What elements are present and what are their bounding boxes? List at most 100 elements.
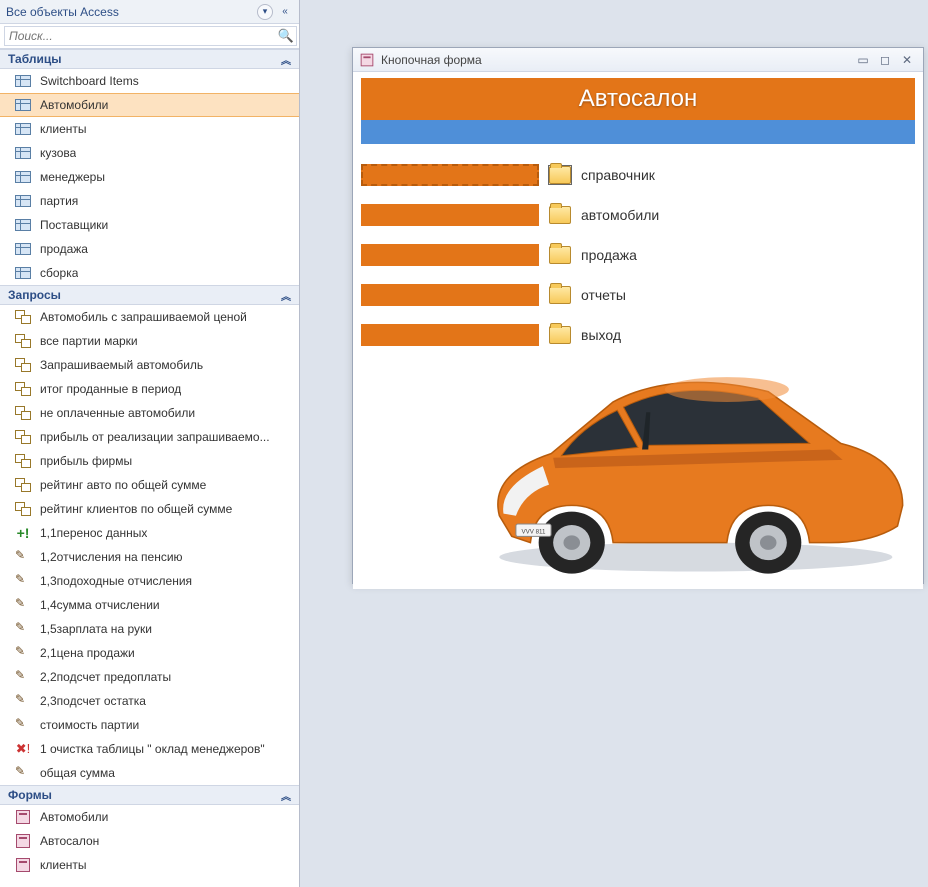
menu-bar — [361, 284, 539, 306]
nav-search-row: 🔍 — [0, 24, 299, 49]
chevron-up-icon: ︽ — [281, 52, 291, 67]
switchboard-item[interactable]: отчеты — [361, 278, 923, 312]
folder-icon — [549, 166, 571, 184]
nav-item-label: кузова — [40, 146, 76, 160]
append-icon: +! — [14, 525, 32, 541]
update-icon — [14, 645, 32, 661]
workspace-canvas: Кнопочная форма ▭ ◻ ✕ Автосалон справочн… — [300, 0, 928, 887]
update-icon — [14, 549, 32, 565]
nav-item[interactable]: Switchboard Items — [0, 69, 299, 93]
form-icon — [14, 833, 32, 849]
nav-pane-header[interactable]: Все объекты Access ▾ « — [0, 0, 299, 24]
table-icon — [14, 265, 32, 281]
chevron-up-icon: ︽ — [281, 288, 291, 303]
switchboard-item[interactable]: справочник — [361, 158, 923, 192]
update-icon — [14, 597, 32, 613]
nav-item[interactable]: клиенты — [0, 117, 299, 141]
menu-bar — [361, 164, 539, 186]
query-icon — [14, 429, 32, 445]
form-body: Автосалон справочникавтомобилипродажаотч… — [353, 78, 923, 589]
nav-item-label: рейтинг клиентов по общей сумме — [40, 502, 232, 516]
table-icon — [14, 121, 32, 137]
nav-item-label: 1,1перенос данных — [40, 526, 147, 540]
nav-item[interactable]: 2,1цена продажи — [0, 641, 299, 665]
nav-item[interactable]: клиенты — [0, 853, 299, 877]
query-icon — [14, 309, 32, 325]
nav-item[interactable]: 1,5зарплата на руки — [0, 617, 299, 641]
menu-label: продажа — [581, 247, 637, 263]
nav-menu-dropdown-icon[interactable]: ▾ — [257, 4, 273, 20]
switchboard-item[interactable]: выход — [361, 318, 923, 352]
table-icon — [14, 193, 32, 209]
nav-item[interactable]: +! 1,1перенос данных — [0, 521, 299, 545]
nav-item-label: общая сумма — [40, 766, 115, 780]
nav-item-label: Автомобиль с запрашиваемой ценой — [40, 310, 247, 324]
group-header-forms[interactable]: Формы︽ — [0, 785, 299, 805]
group-header-tables[interactable]: Таблицы ︽ — [0, 49, 299, 69]
search-input[interactable] — [4, 26, 297, 46]
nav-item-label: Автомобили — [40, 810, 108, 824]
nav-item[interactable]: не оплаченные автомобили — [0, 401, 299, 425]
group-label: Таблицы — [8, 52, 61, 66]
table-icon — [14, 73, 32, 89]
nav-item[interactable]: кузова — [0, 141, 299, 165]
folder-icon — [549, 326, 571, 344]
nav-item[interactable]: прибыль от реализации запрашиваемо... — [0, 425, 299, 449]
nav-item[interactable]: общая сумма — [0, 761, 299, 785]
nav-collapse-icon[interactable]: « — [277, 4, 293, 20]
nav-item[interactable]: 1,3подоходные отчисления — [0, 569, 299, 593]
nav-item[interactable]: 2,2подсчет предоплаты — [0, 665, 299, 689]
query-icon — [14, 501, 32, 517]
nav-item-label: 2,1цена продажи — [40, 646, 135, 660]
switchboard-item[interactable]: автомобили — [361, 198, 923, 232]
nav-item[interactable]: прибыль фирмы — [0, 449, 299, 473]
query-icon — [14, 381, 32, 397]
nav-item[interactable]: менеджеры — [0, 165, 299, 189]
nav-item-label: прибыль фирмы — [40, 454, 132, 468]
group-label: Формы — [8, 788, 52, 802]
nav-item[interactable]: 2,3подсчет остатка — [0, 689, 299, 713]
nav-item-label: Автосалон — [40, 834, 99, 848]
nav-body: Таблицы︽Switchboard ItemsАвтомобиликлиен… — [0, 49, 299, 887]
svg-text:VVV 811: VVV 811 — [522, 528, 547, 535]
nav-item[interactable]: итог проданные в период — [0, 377, 299, 401]
nav-item[interactable]: продажа — [0, 237, 299, 261]
switchboard-item[interactable]: продажа — [361, 238, 923, 272]
nav-item[interactable]: сборка — [0, 261, 299, 285]
nav-item-label: 1 очистка таблицы " оклад менеджеров" — [40, 742, 265, 756]
nav-item[interactable]: 1,2отчисления на пенсию — [0, 545, 299, 569]
group-header-queries[interactable]: Запросы ︽ — [0, 285, 299, 305]
nav-item-label: Поставщики — [40, 218, 108, 232]
form-title: Кнопочная форма — [381, 53, 482, 67]
menu-label: выход — [581, 327, 621, 343]
nav-item[interactable]: Автосалон — [0, 829, 299, 853]
nav-item-label: Switchboard Items — [40, 74, 139, 88]
nav-item[interactable]: Автомобили — [0, 805, 299, 829]
table-icon — [14, 97, 32, 113]
nav-item-label: 1,4сумма отчислении — [40, 598, 160, 612]
nav-item-label: продажа — [40, 242, 88, 256]
nav-item[interactable]: все партии марки — [0, 329, 299, 353]
menu-label: автомобили — [581, 207, 659, 223]
maximize-button[interactable]: ◻ — [875, 52, 895, 68]
group-label: Запросы — [8, 288, 61, 302]
menu-label: справочник — [581, 167, 655, 183]
nav-item[interactable]: партия — [0, 189, 299, 213]
nav-item[interactable]: Запрашиваемый автомобиль — [0, 353, 299, 377]
minimize-button[interactable]: ▭ — [853, 52, 873, 68]
nav-item[interactable]: ✖!1 очистка таблицы " оклад менеджеров" — [0, 737, 299, 761]
close-button[interactable]: ✕ — [897, 52, 917, 68]
query-icon — [14, 477, 32, 493]
nav-item[interactable]: рейтинг клиентов по общей сумме — [0, 497, 299, 521]
car-image: VVV 811 — [458, 349, 913, 579]
nav-item[interactable]: стоимость партии — [0, 713, 299, 737]
nav-item[interactable]: Поставщики — [0, 213, 299, 237]
nav-item[interactable]: Автомобили — [0, 93, 299, 117]
nav-item[interactable]: рейтинг авто по общей сумме — [0, 473, 299, 497]
menu-label: отчеты — [581, 287, 626, 303]
update-icon — [14, 765, 32, 781]
form-titlebar[interactable]: Кнопочная форма ▭ ◻ ✕ — [353, 48, 923, 72]
nav-item[interactable]: Автомобиль с запрашиваемой ценой — [0, 305, 299, 329]
nav-item[interactable]: 1,4сумма отчислении — [0, 593, 299, 617]
nav-item-label: клиенты — [40, 858, 87, 872]
